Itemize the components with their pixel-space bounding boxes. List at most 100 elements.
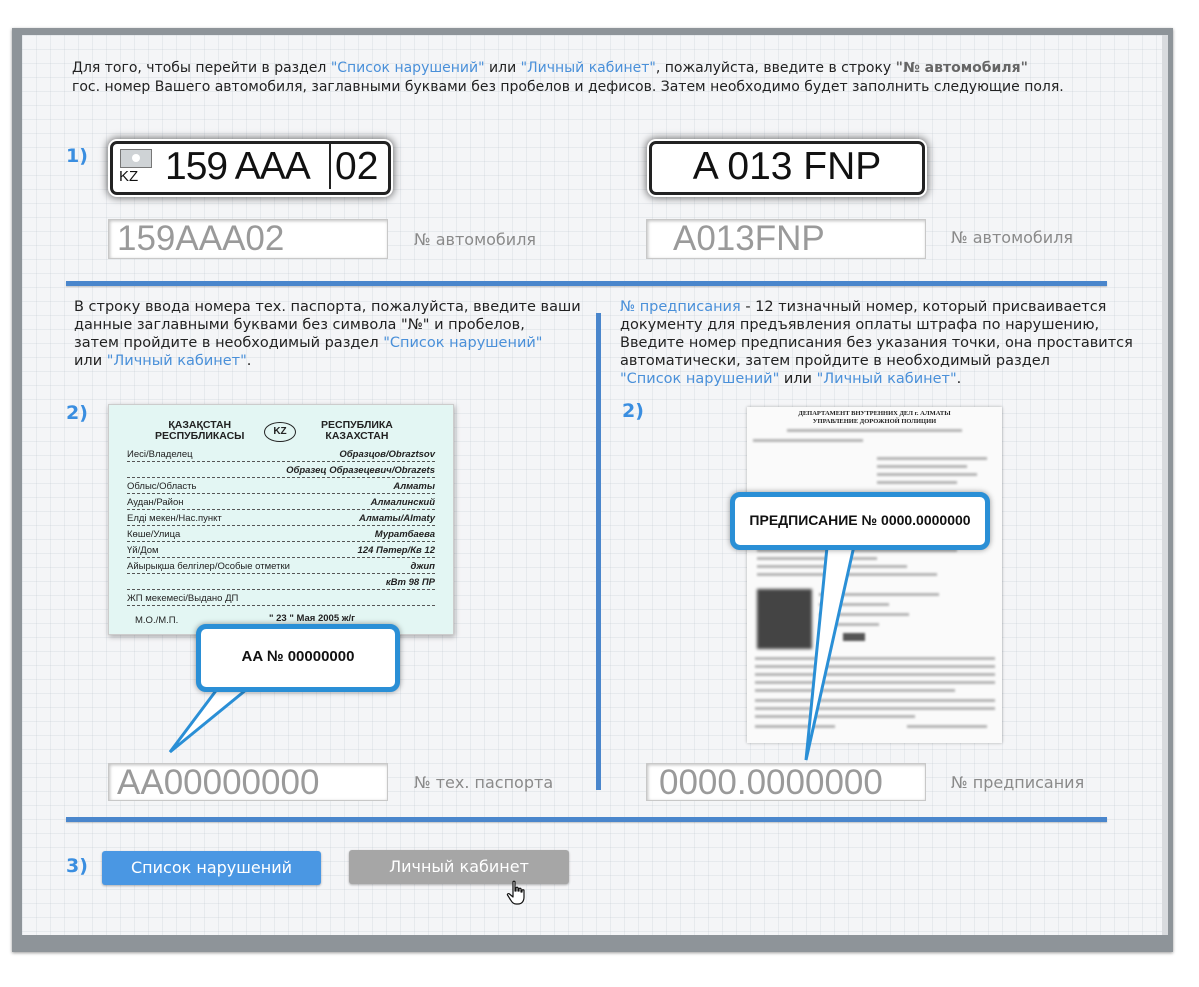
flag-sun (132, 154, 140, 162)
doc-text-line (877, 473, 977, 476)
step-2-marker: 2) (622, 400, 644, 422)
doc-text-line (755, 665, 995, 668)
hand-cursor-icon (506, 880, 525, 905)
violations-link[interactable]: "Список нарушений" (620, 371, 779, 387)
order-number-callout: ПРЕДПИСАНИЕ № 0000.0000000 (730, 492, 990, 550)
row-value: Алматы (393, 481, 435, 492)
violations-list-button[interactable]: Список нарушений (102, 851, 321, 885)
passport-row: Көше/Улица Муратбаева (127, 527, 435, 542)
passport-title-ru: РЕСПУБЛИКА КАЗАХСТАН (321, 419, 393, 442)
cabinet-link[interactable]: "Личный кабинет" (107, 353, 247, 369)
flag-icon: KZ (117, 148, 157, 188)
car-number-label: № автомобиля (414, 230, 537, 249)
passport-row: Елді мекен/Нас.пункт Алматы/Almaty (127, 511, 435, 526)
license-plate-foreign: A 013 FNP (649, 141, 925, 195)
passport-row: Образец Образецевич/Obrazets (127, 463, 435, 478)
doc-text-line (877, 481, 957, 484)
order-number-link[interactable]: № предписания (620, 299, 741, 315)
row-value: 124 Пәтер/Кв 12 (357, 545, 435, 556)
license-plate-kz: KZ 159 AAA 02 (110, 141, 391, 195)
column-divider (596, 313, 601, 790)
passport-row: Айырықша белгілер/Особые отметки джип (127, 559, 435, 574)
order-document-image: ДЕПАРТАМЕНТ ВНУТРЕННИХ ДЕЛ г. АЛМАТЫ УПР… (747, 407, 1002, 743)
passport-text-part: . (246, 353, 252, 369)
order-text-part: Введите номер предписания без указания т… (620, 335, 1133, 351)
plate-region: 02 (335, 145, 379, 188)
passport-text-part: или (74, 353, 107, 369)
doc-text-line (755, 699, 995, 702)
violations-link[interactable]: "Список нарушений" (383, 335, 542, 351)
step-3-marker: 3) (66, 855, 88, 877)
passport-row: Үй/Дом 124 Пәтер/Кв 12 (127, 543, 435, 558)
country-code: KZ (119, 168, 139, 185)
row-key: Көше/Улица (127, 529, 181, 540)
section-divider (66, 281, 1107, 286)
plate-number: A 013 FNP (692, 145, 882, 188)
intro-line-2: гос. номер Вашего автомобиля, заглавными… (72, 79, 1064, 95)
order-text-part: . (956, 371, 962, 387)
doc-header-1: ДЕПАРТАМЕНТ ВНУТРЕННИХ ДЕЛ г. АЛМАТЫ (798, 410, 951, 417)
row-key: Иесі/Владелец (127, 449, 193, 460)
doc-text-line (755, 657, 995, 660)
doc-text-line (877, 465, 967, 468)
section-divider (66, 817, 1107, 822)
row-key: Үй/Дом (127, 545, 159, 556)
car-number-input[interactable]: 159AAA02 (108, 219, 388, 259)
car-field-name: "№ автомобиля" (895, 60, 1028, 76)
order-number-input[interactable]: 0000.0000000 (646, 763, 926, 802)
passport-number-callout: AA № 00000000 (196, 624, 400, 692)
passport-title-kz: ҚАЗАҚСТАН РЕСПУБЛИКАСЫ (155, 419, 245, 442)
order-text-part: или (779, 371, 817, 387)
bubble-pointer (804, 535, 858, 761)
order-number-label: № предписания (951, 773, 1085, 792)
passport-row: Иесі/Владелец Образцов/Obraztsov (127, 447, 435, 462)
cabinet-link[interactable]: "Личный кабинет" (817, 371, 957, 387)
cabinet-link[interactable]: "Личный кабинет" (521, 60, 656, 76)
passport-instructions: В строку ввода номера тех. паспорта, пож… (74, 298, 594, 370)
doc-text-line (753, 439, 863, 442)
tech-passport-label: № тех. паспорта (414, 773, 554, 792)
passport-mp: М.О./М.П. (135, 615, 179, 626)
doc-text-line (755, 673, 995, 676)
row-value: кВт 98 ПР (385, 577, 435, 588)
step-2-marker: 2) (66, 402, 88, 424)
row-value: Образец Образецевич/Obrazets (286, 465, 435, 476)
doc-text-line (877, 457, 987, 460)
row-key: Аудан/Район (127, 497, 184, 508)
flag-rect (120, 149, 152, 168)
intro-text-part: или (484, 60, 521, 76)
passport-text-part: затем пройдите в необходимый раздел (74, 335, 384, 351)
doc-text-line (755, 681, 995, 684)
row-value: Муратбаева (374, 529, 435, 540)
doc-text-line (787, 429, 962, 432)
order-text-part: автоматически, затем пройдите в необходи… (620, 353, 1050, 369)
tech-passport-input[interactable]: AA00000000 (108, 763, 388, 802)
passport-date: " 23 " Мая 2005 ж/г (269, 613, 356, 624)
row-key: ЖП мекемесі/Выдано ДП (127, 593, 239, 604)
passport-row: Облыс/Область Алматы (127, 479, 435, 494)
row-key: Айырықша белгілер/Особые отметки (127, 561, 290, 572)
passport-badge: KZ (264, 422, 296, 442)
passport-text-part: В строку ввода номера тех. паспорта, пож… (74, 299, 581, 315)
order-text-part: - 12 тизначный номер, который присваивае… (740, 299, 1107, 315)
row-key: Облыс/Область (127, 481, 197, 492)
passport-text-part: данные заглавными буквами без символа "№… (74, 317, 525, 333)
row-key: Елді мекен/Нас.пункт (127, 513, 222, 524)
tech-passport-image: ҚАЗАҚСТАН РЕСПУБЛИКАСЫ KZ РЕСПУБЛИКА КАЗ… (108, 404, 454, 635)
row-value: джип (410, 561, 435, 572)
personal-cabinet-button[interactable]: Личный кабинет (349, 850, 569, 884)
intro-text-part: , пожалуйста, введите в строку (655, 60, 896, 76)
car-number-label: № автомобиля (951, 228, 1074, 247)
row-value: Алматы/Almaty (359, 513, 435, 524)
doc-header-2: УПРАВЛЕНИЕ ДОРОЖНОЙ ПОЛИЦИИ (812, 418, 937, 425)
order-text-part: документу для предъявления оплаты штрафа… (620, 317, 1100, 333)
plate-number: 159 AAA (165, 145, 311, 188)
row-value: Алмалинский (370, 497, 435, 508)
hand-cursor-shape (506, 880, 525, 905)
bubble-pointer-shape (804, 535, 858, 761)
car-number-input[interactable]: A013FNP (646, 219, 926, 259)
intro-text: Для того, чтобы перейти в раздел "Список… (72, 59, 1152, 97)
passport-row: Аудан/Район Алмалинский (127, 495, 435, 510)
violations-link[interactable]: "Список нарушений" (331, 60, 485, 76)
passport-row: ЖП мекемесі/Выдано ДП (127, 591, 435, 606)
